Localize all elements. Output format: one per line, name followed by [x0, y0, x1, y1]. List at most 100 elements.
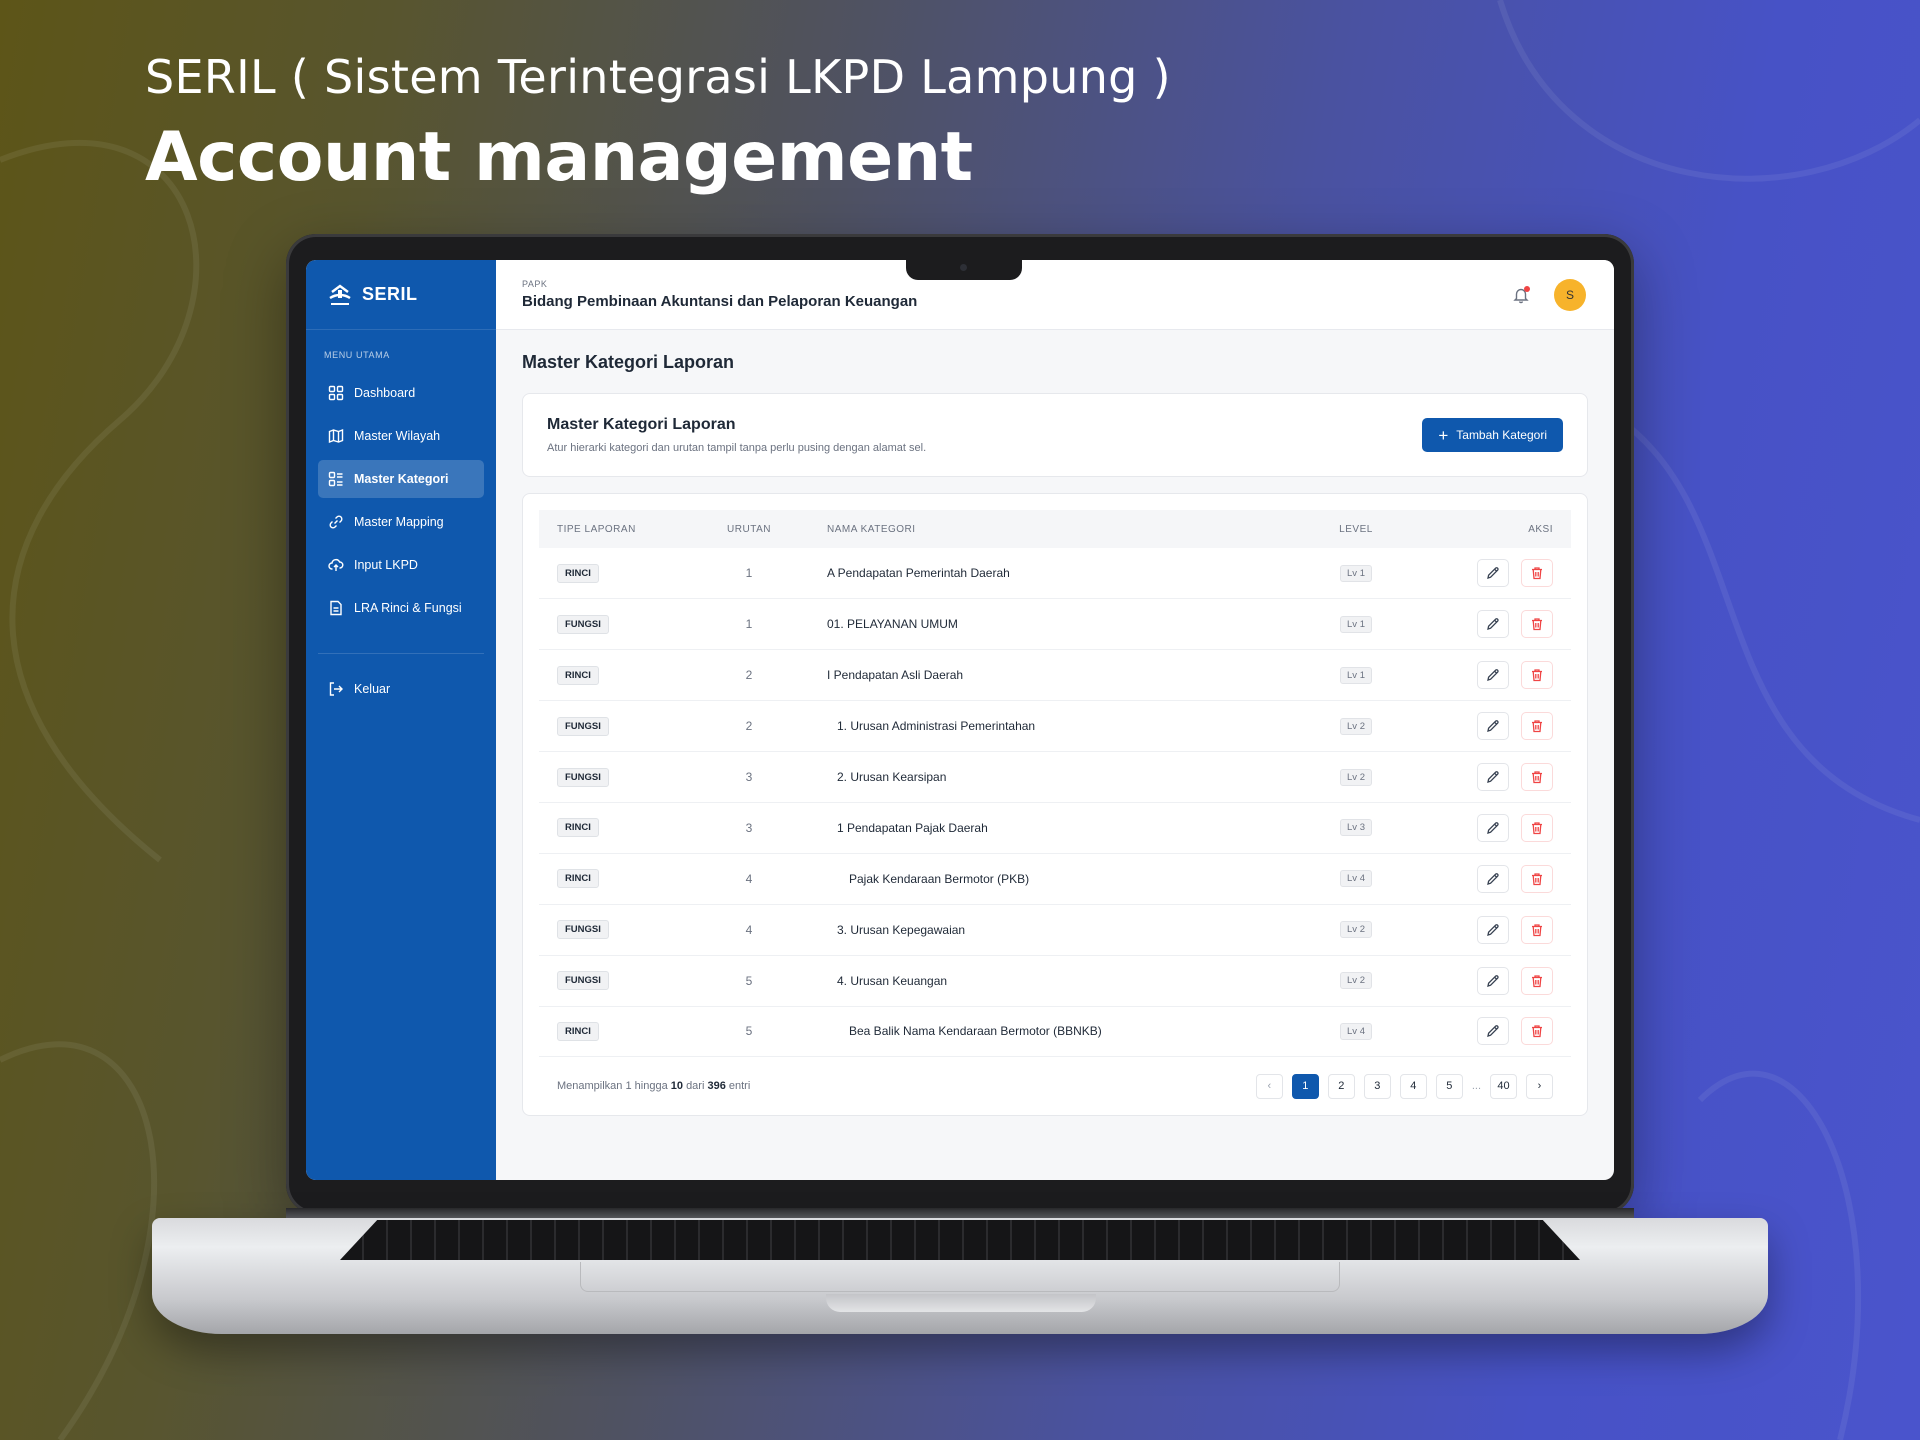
category-table: TIPE LAPORAN URUTAN NAMA KATEGORI LEVEL … [539, 510, 1571, 1058]
hero-title: Account management [145, 118, 973, 197]
table-header-row: TIPE LAPORAN URUTAN NAMA KATEGORI LEVEL … [539, 510, 1571, 548]
edit-button[interactable] [1477, 763, 1509, 791]
category-name: 3. Urusan Kepegawaian [837, 922, 966, 937]
header-aksi: AKSI [1401, 510, 1571, 548]
page-button-last[interactable]: 40 [1490, 1073, 1517, 1099]
edit-button[interactable] [1477, 1017, 1509, 1046]
level-cell: Lv 2 [1311, 751, 1401, 803]
cloud-upload-icon [328, 557, 344, 573]
prev-page-button[interactable]: ‹ [1255, 1073, 1283, 1099]
page-button-1[interactable]: 1 [1291, 1073, 1319, 1099]
edit-button[interactable] [1477, 661, 1509, 690]
logo-text: SERIL [362, 284, 418, 304]
level-badge: Lv 2 [1340, 717, 1372, 735]
edit-button[interactable] [1477, 712, 1509, 741]
sidebar-item-master-mapping[interactable]: Master Mapping [318, 503, 484, 541]
sidebar-item-master-wilayah[interactable]: Master Wilayah [318, 417, 484, 455]
table-footer: Menampilkan 1 hingga 10 dari 396 entri ‹… [539, 1057, 1571, 1115]
entries-middle: dari [686, 1080, 705, 1093]
trash-icon [1532, 1025, 1542, 1038]
pencil-icon [1487, 720, 1499, 733]
pencil-icon [1487, 974, 1499, 987]
category-name: 1. Urusan Administrasi Pemerintahan [837, 719, 1036, 734]
camera-notch [906, 258, 1022, 280]
delete-button[interactable] [1521, 1017, 1553, 1046]
header-urutan[interactable]: URUTAN [689, 510, 809, 548]
report-type-badge: RINCI [557, 563, 599, 583]
link-icon [328, 514, 344, 530]
page-button-3[interactable]: 3 [1363, 1073, 1391, 1099]
delete-button[interactable] [1521, 763, 1553, 791]
delete-button[interactable] [1521, 661, 1553, 690]
delete-button[interactable] [1521, 813, 1553, 842]
sidebar-item-label: Master Mapping [354, 515, 444, 529]
order-cell: 1 [689, 548, 809, 600]
level-badge: Lv 4 [1340, 1022, 1372, 1040]
grid-icon [328, 385, 344, 401]
delete-button[interactable] [1521, 966, 1553, 995]
header-level[interactable]: LEVEL [1311, 510, 1401, 548]
page-button-4[interactable]: 4 [1399, 1073, 1427, 1099]
header-card: Master Kategori Laporan Atur hierarki ka… [522, 393, 1588, 477]
category-name-cell: 01. PELAYANAN UMUM [809, 598, 1311, 651]
sidebar: SERIL MENU UTAMA Dashboard Master Wilaya… [306, 260, 496, 1180]
level-cell: Lv 1 [1311, 598, 1401, 651]
trash-icon [1532, 974, 1542, 987]
app-logo[interactable]: SERIL [306, 260, 496, 330]
page-title: Master Kategori Laporan [522, 352, 735, 372]
edit-button[interactable] [1477, 610, 1509, 639]
category-icon [328, 471, 344, 487]
next-page-button[interactable]: › [1526, 1073, 1553, 1099]
edit-button[interactable] [1477, 813, 1509, 842]
org-short-name: PAPK [522, 279, 548, 289]
delete-button[interactable] [1521, 915, 1553, 944]
category-name: A Pendapatan Pemerintah Daerah [827, 566, 1010, 581]
sidebar-item-master-kategori[interactable]: Master Kategori [318, 460, 484, 498]
edit-button[interactable] [1477, 864, 1509, 893]
avatar[interactable]: S [1554, 278, 1586, 311]
header-nama[interactable]: NAMA KATEGORI [809, 510, 1311, 548]
order-cell: 3 [689, 751, 809, 803]
sidebar-item-lra-rinci-fungsi[interactable]: LRA Rinci & Fungsi [318, 589, 484, 627]
report-type-badge: RINCI [557, 1021, 599, 1041]
table-row: FUNGSI 5 4. Urusan Keuangan Lv 2 [539, 955, 1571, 1007]
pencil-icon [1487, 567, 1499, 580]
pencil-icon [1487, 923, 1499, 936]
category-name-cell: A Pendapatan Pemerintah Daerah [809, 548, 1311, 600]
sidebar-item-dashboard[interactable]: Dashboard [318, 374, 484, 412]
level-badge: Lv 1 [1340, 564, 1372, 582]
edit-button[interactable] [1477, 915, 1509, 944]
delete-button[interactable] [1521, 712, 1553, 741]
report-type-badge: RINCI [557, 665, 599, 685]
add-category-label: Tambah Kategori [1456, 428, 1547, 442]
table-row: RINCI 4 Pajak Kendaraan Bermotor (PKB) Lv 4 [539, 853, 1571, 905]
page-button-5[interactable]: 5 [1435, 1073, 1463, 1099]
category-name-cell: 3. Urusan Kepegawaian [809, 904, 1311, 956]
header-tipe[interactable]: TIPE LAPORAN [539, 510, 689, 548]
page-button-2[interactable]: 2 [1327, 1073, 1355, 1099]
table-row: FUNGSI 1 01. PELAYANAN UMUM Lv 1 [539, 598, 1571, 651]
level-cell: Lv 4 [1311, 1006, 1401, 1058]
level-cell: Lv 1 [1311, 649, 1401, 702]
table-row: RINCI 5 Bea Balik Nama Kendaraan Bermotor … [539, 1006, 1571, 1058]
sidebar-item-input-lkpd[interactable]: Input LKPD [318, 546, 484, 584]
logout-button[interactable]: Keluar [318, 670, 484, 708]
delete-button[interactable] [1521, 864, 1553, 893]
entries-info: Menampilkan 1 hingga 10 dari 396 entri [557, 1080, 750, 1092]
pagination: ‹ 1 2 3 4 5 ... 40 › [1255, 1073, 1553, 1099]
delete-button[interactable] [1521, 610, 1553, 639]
delete-button[interactable] [1521, 559, 1553, 588]
main-area: PAPK Bidang Pembinaan Akuntansi dan Pela… [496, 260, 1614, 1180]
edit-button[interactable] [1477, 966, 1509, 995]
order-cell: 5 [689, 955, 809, 1007]
bell-icon[interactable] [1512, 285, 1530, 304]
menu-heading: MENU UTAMA [324, 350, 390, 360]
card-description: Atur hierarki kategori dan urutan tampil… [547, 442, 927, 454]
add-category-button[interactable]: + Tambah Kategori [1422, 418, 1563, 452]
category-name-cell: 1 Pendapatan Pajak Daerah [809, 802, 1311, 854]
order-cell: 2 [689, 649, 809, 702]
level-cell: Lv 2 [1311, 700, 1401, 753]
pagination-ellipsis: ... [1471, 1080, 1481, 1093]
edit-button[interactable] [1477, 559, 1509, 588]
trash-icon [1532, 720, 1542, 733]
